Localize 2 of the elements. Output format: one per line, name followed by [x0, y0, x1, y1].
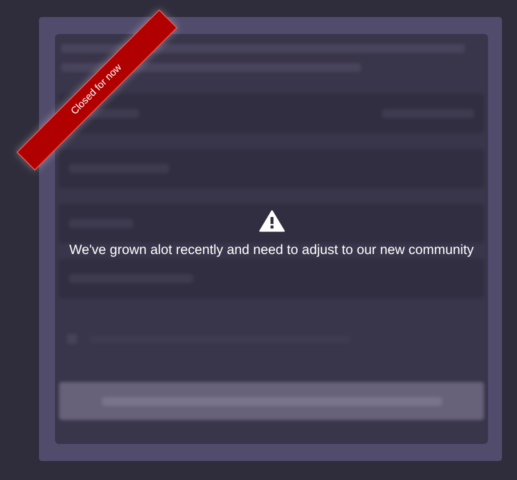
notice-message: We've grown alot recently and need to adjust to our new community: [69, 242, 474, 257]
warning-icon: [258, 210, 284, 232]
